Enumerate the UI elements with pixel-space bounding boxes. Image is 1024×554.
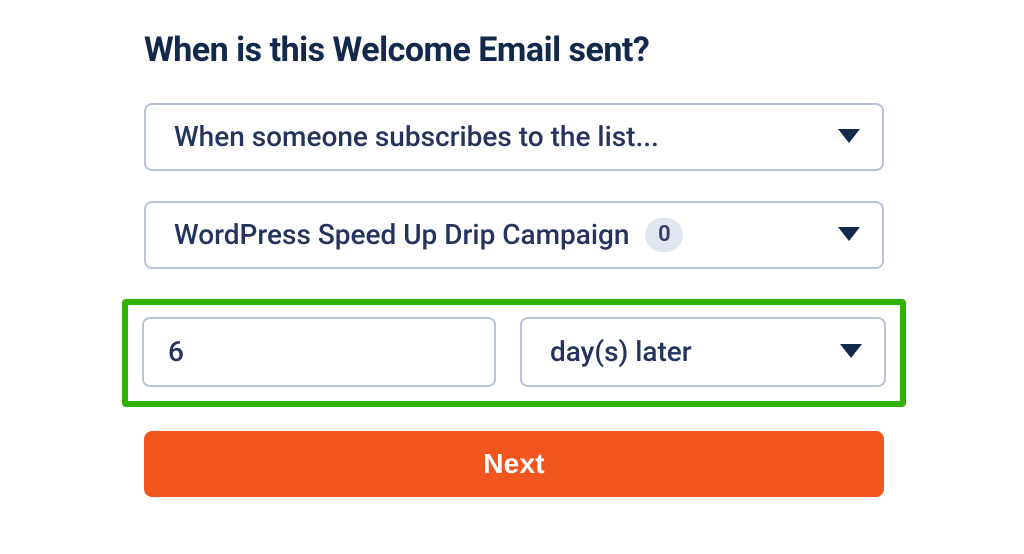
trigger-select[interactable]: When someone subscribes to the list... [144,103,884,171]
next-button[interactable]: Next [144,431,884,497]
list-select[interactable]: WordPress Speed Up Drip Campaign 0 [144,201,884,269]
form-heading: When is this Welcome Email sent? [144,30,884,71]
chevron-down-icon [840,344,862,360]
list-select-label: WordPress Speed Up Drip Campaign [174,218,629,251]
delay-unit-label: day(s) later [550,335,692,368]
chevron-down-icon [838,129,860,145]
trigger-select-label: When someone subscribes to the list... [174,120,659,153]
delay-row-highlight: day(s) later [122,299,906,407]
chevron-down-icon [838,227,860,243]
send-timing-form: When is this Welcome Email sent? When so… [144,30,884,497]
delay-amount-input[interactable] [142,317,496,387]
list-count-badge: 0 [645,218,683,252]
delay-unit-select[interactable]: day(s) later [520,317,886,387]
